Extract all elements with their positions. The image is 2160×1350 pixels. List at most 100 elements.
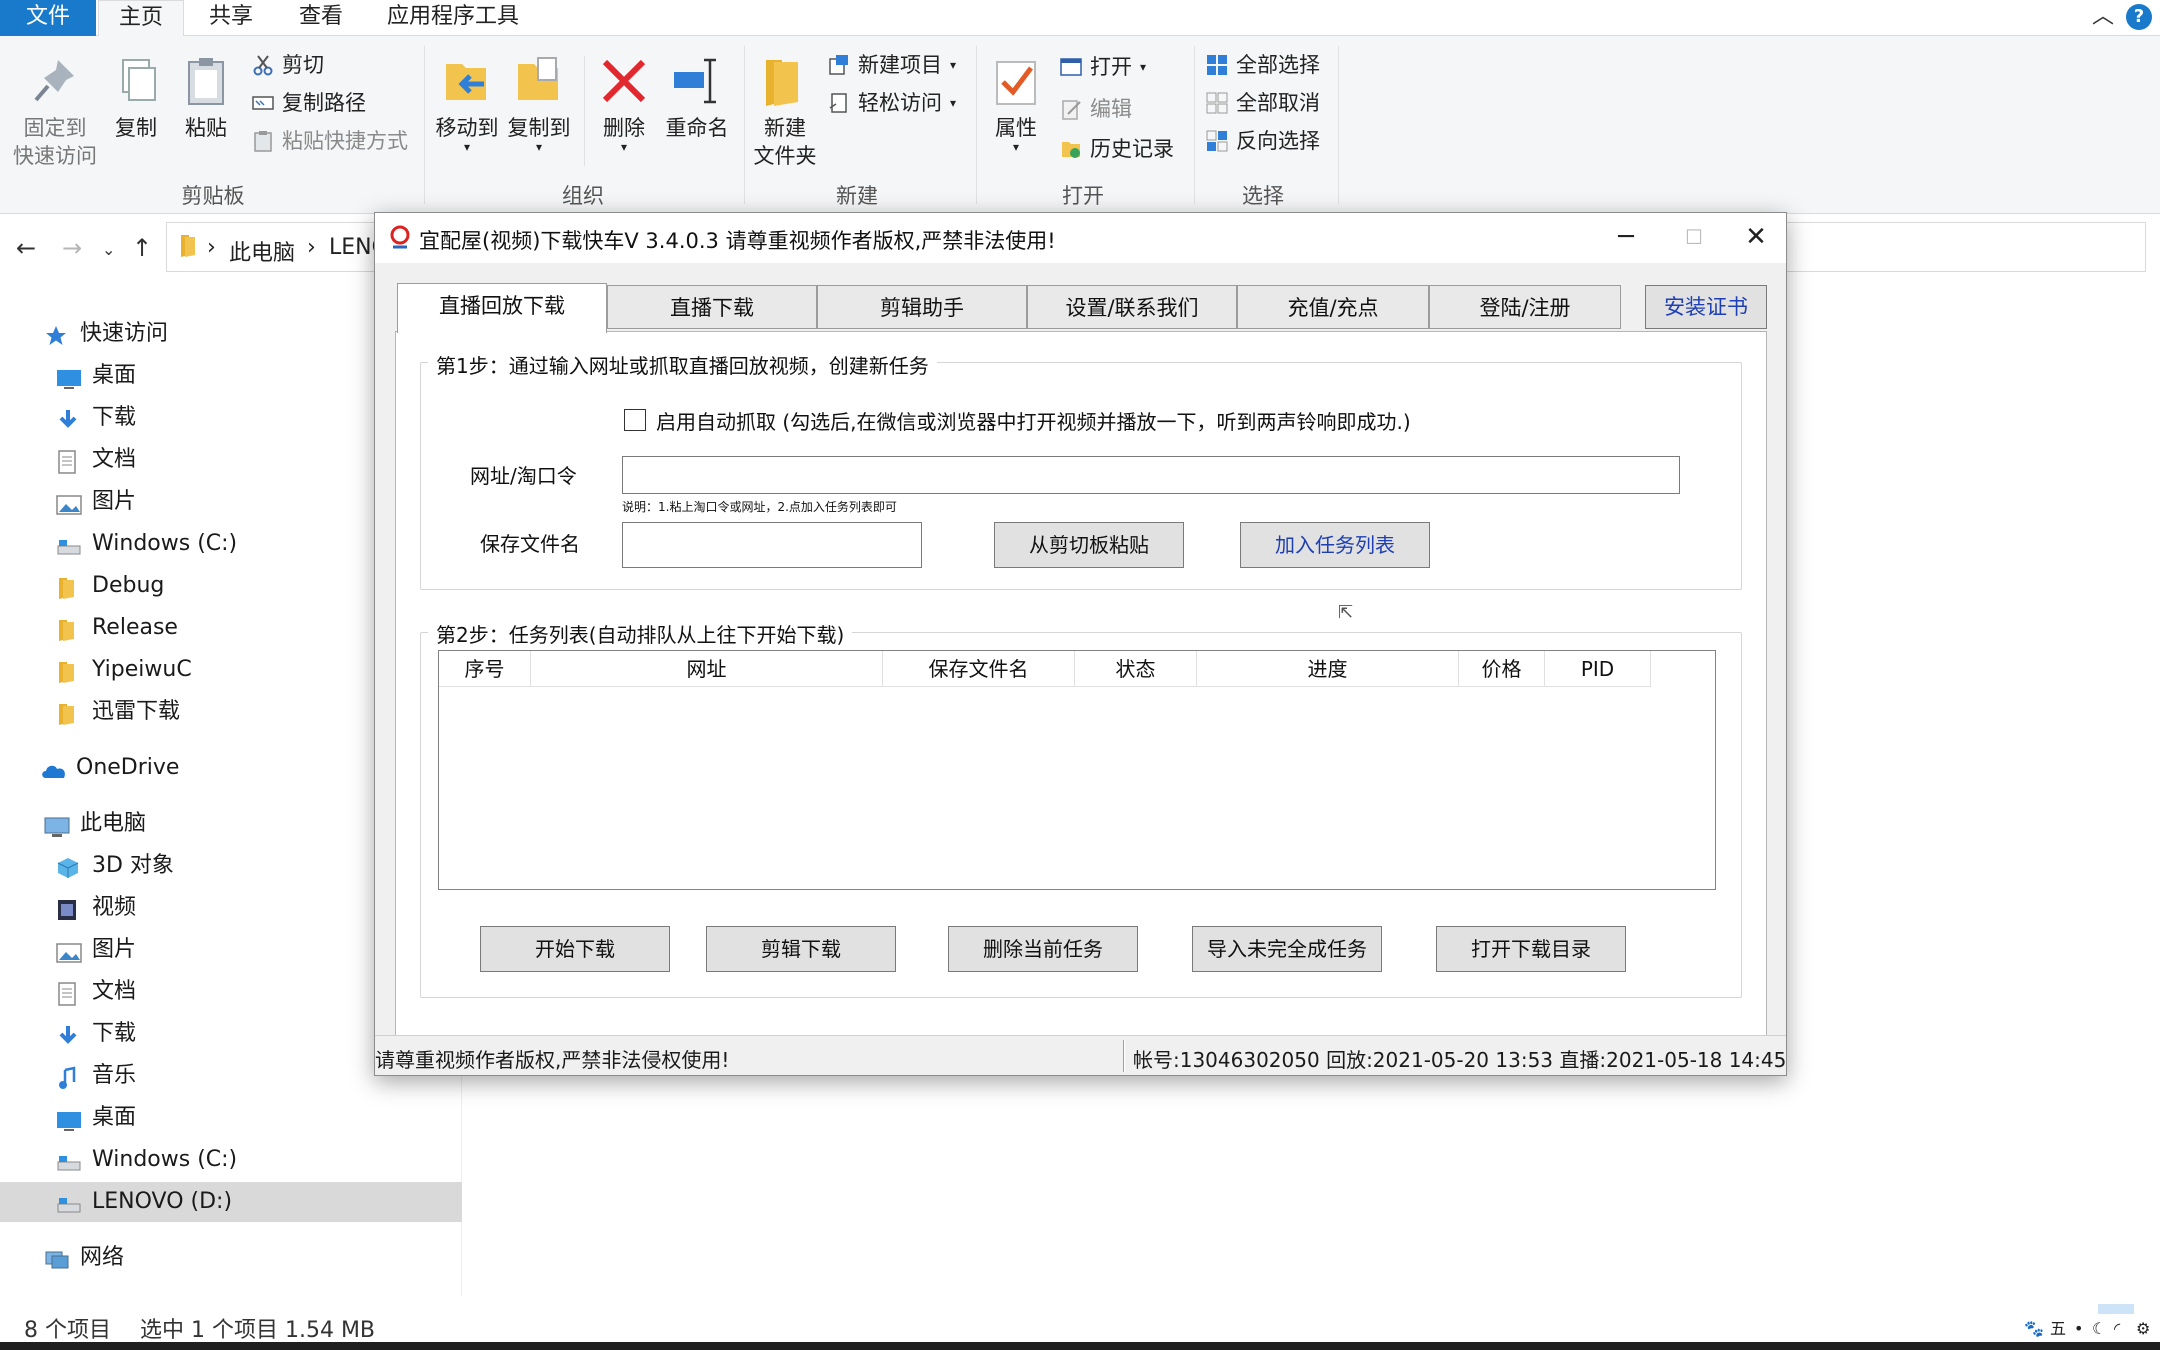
- select-all-button[interactable]: 全部选择: [1206, 50, 1320, 80]
- tab-recharge[interactable]: 充值/充点: [1237, 285, 1429, 329]
- sidebar-item[interactable]: OneDrive: [40, 748, 179, 788]
- sidebar-item[interactable]: Windows (C:): [56, 1140, 237, 1180]
- properties-button[interactable]: 属性 ▾: [988, 54, 1044, 153]
- auto-capture-checkbox[interactable]: [624, 409, 646, 431]
- sidebar-item-label: Debug: [92, 573, 165, 598]
- tab-replay-download[interactable]: 直播回放下载: [397, 283, 607, 333]
- sidebar-item-label: 图片: [92, 489, 137, 514]
- tab-share[interactable]: 共享: [188, 0, 274, 36]
- sidebar-item[interactable]: 音乐: [56, 1056, 136, 1096]
- help-icon[interactable]: ?: [2126, 4, 2152, 30]
- tab-login-register[interactable]: 登陆/注册: [1429, 285, 1621, 329]
- column-header-url[interactable]: 网址: [531, 651, 883, 687]
- select-none-button[interactable]: 全部取消: [1206, 88, 1320, 118]
- copy-button[interactable]: 复制: [108, 54, 164, 142]
- history-button[interactable]: 历史记录: [1060, 134, 1174, 164]
- sidebar-item[interactable]: 下载: [56, 398, 136, 438]
- breadcrumb-this-pc[interactable]: 此电脑: [229, 235, 295, 267]
- pin-quick-access-button[interactable]: 固定到 快速访问: [10, 54, 100, 170]
- new-folder-button[interactable]: 新建 文件夹: [752, 54, 818, 170]
- sidebar-item[interactable]: Windows (C:): [56, 524, 237, 564]
- select-none-icon: [1206, 92, 1228, 114]
- delete-current-task-button[interactable]: 删除当前任务: [948, 926, 1138, 972]
- sidebar-item[interactable]: LENOVO (D:): [0, 1182, 462, 1222]
- sidebar-item[interactable]: 桌面: [56, 1098, 136, 1138]
- document-icon: [56, 448, 82, 474]
- auto-capture-label[interactable]: 启用自动抓取 (勾选后,在微信或浏览器中打开视频并播放一下，听到两声铃响即成功.…: [656, 406, 1411, 435]
- column-header-price[interactable]: 价格: [1459, 651, 1545, 687]
- tab-live-download[interactable]: 直播下载: [607, 285, 817, 329]
- tab-home[interactable]: 主页: [98, 0, 184, 37]
- tab-settings-contact[interactable]: 设置/联系我们: [1027, 285, 1237, 329]
- invert-selection-button[interactable]: 反向选择: [1206, 126, 1320, 156]
- sidebar-item-label: 文档: [92, 979, 137, 1004]
- desktop-icon: [56, 364, 82, 389]
- easy-access-button[interactable]: 轻松访问 ▾: [828, 88, 956, 118]
- sidebar-item[interactable]: YipeiwuC: [56, 650, 192, 690]
- filename-input[interactable]: [622, 522, 922, 568]
- breadcrumb-chevron-icon[interactable]: ›: [207, 235, 216, 260]
- cut-button[interactable]: 剪切: [252, 50, 324, 80]
- sidebar-item[interactable]: 图片: [56, 930, 136, 970]
- delete-button[interactable]: 删除 ▾: [596, 54, 652, 153]
- edit-download-button[interactable]: 剪辑下载: [706, 926, 896, 972]
- move-to-button[interactable]: 移动到 ▾: [434, 54, 500, 153]
- url-input[interactable]: [622, 456, 1680, 494]
- sidebar-item[interactable]: Debug: [56, 566, 164, 606]
- close-icon[interactable]: ✕: [1727, 217, 1785, 257]
- column-header-status[interactable]: 状态: [1075, 651, 1197, 687]
- column-header-pid[interactable]: PID: [1545, 651, 1651, 687]
- sidebar-item[interactable]: 文档: [56, 972, 136, 1012]
- open-download-folder-button[interactable]: 打开下载目录: [1436, 926, 1626, 972]
- tab-edit-assistant[interactable]: 剪辑助手: [817, 285, 1027, 329]
- dialog-title-bar[interactable]: 宜配屋(视频)下载快车V 3.4.0.3 请尊重视频作者版权,严禁非法使用! ─…: [375, 213, 1786, 263]
- copy-path-button[interactable]: 复制路径: [252, 88, 366, 118]
- minimize-icon[interactable]: ─: [1597, 217, 1655, 257]
- sidebar-item[interactable]: 视频: [56, 888, 136, 928]
- sidebar-item[interactable]: 文档: [56, 440, 136, 480]
- sidebar-item[interactable]: 下载: [56, 1014, 136, 1054]
- sidebar-item[interactable]: 此电脑: [44, 804, 146, 844]
- tab-app-tools[interactable]: 应用程序工具: [368, 0, 538, 36]
- up-arrow-icon[interactable]: ↑: [132, 234, 152, 262]
- sidebar-item-label: 3D 对象: [92, 853, 174, 878]
- sidebar-item[interactable]: 图片: [56, 482, 136, 522]
- breadcrumb-chevron-icon[interactable]: ›: [307, 235, 316, 260]
- sidebar-item-label: 此电脑: [80, 811, 147, 836]
- group-label-new: 新建: [836, 184, 878, 208]
- paste-shortcut-button[interactable]: 粘贴快捷方式: [252, 126, 408, 156]
- sidebar-item[interactable]: 3D 对象: [56, 846, 174, 886]
- copy-to-button[interactable]: 复制到 ▾: [506, 54, 572, 153]
- collapse-ribbon-icon[interactable]: ︿: [2092, 6, 2114, 28]
- install-certificate-button[interactable]: 安装证书: [1645, 285, 1767, 329]
- paste-from-clipboard-button[interactable]: 从剪切板粘贴: [994, 522, 1184, 568]
- task-list-table[interactable]: 序号 网址 保存文件名 状态 进度 价格 PID: [438, 650, 1716, 890]
- sidebar-item[interactable]: Release: [56, 608, 178, 648]
- tab-file[interactable]: 文件: [0, 0, 96, 36]
- add-to-task-list-button[interactable]: 加入任务列表: [1240, 522, 1430, 568]
- new-item-button[interactable]: 新建项目 ▾: [828, 50, 956, 80]
- tab-view[interactable]: 查看: [278, 0, 364, 36]
- forward-arrow-icon[interactable]: →: [62, 234, 82, 262]
- sidebar-item[interactable]: 桌面: [56, 356, 136, 396]
- url-label: 网址/淘口令: [470, 464, 577, 488]
- download-icon: [56, 406, 82, 430]
- paste-button[interactable]: 粘贴: [178, 54, 234, 142]
- recent-chevron-icon[interactable]: ⌄: [102, 240, 115, 259]
- svg-text:五: 五: [2050, 1319, 2066, 1338]
- maximize-icon[interactable]: ☐: [1665, 217, 1723, 257]
- start-download-button[interactable]: 开始下载: [480, 926, 670, 972]
- sidebar-item[interactable]: 迅雷下载: [56, 692, 180, 732]
- sidebar-item[interactable]: 快速访问: [44, 314, 168, 354]
- edit-button[interactable]: 编辑: [1060, 94, 1132, 124]
- open-button[interactable]: 打开 ▾: [1060, 52, 1146, 82]
- sidebar-item[interactable]: 网络: [44, 1238, 124, 1278]
- folder-icon: [56, 574, 82, 599]
- import-unfinished-tasks-button[interactable]: 导入未完全成任务: [1192, 926, 1382, 972]
- back-arrow-icon[interactable]: ←: [16, 234, 36, 262]
- copy-label: 复制: [115, 116, 157, 140]
- column-header-index[interactable]: 序号: [439, 651, 531, 687]
- column-header-progress[interactable]: 进度: [1197, 651, 1459, 687]
- rename-button[interactable]: 重命名: [662, 54, 732, 142]
- column-header-filename[interactable]: 保存文件名: [883, 651, 1075, 687]
